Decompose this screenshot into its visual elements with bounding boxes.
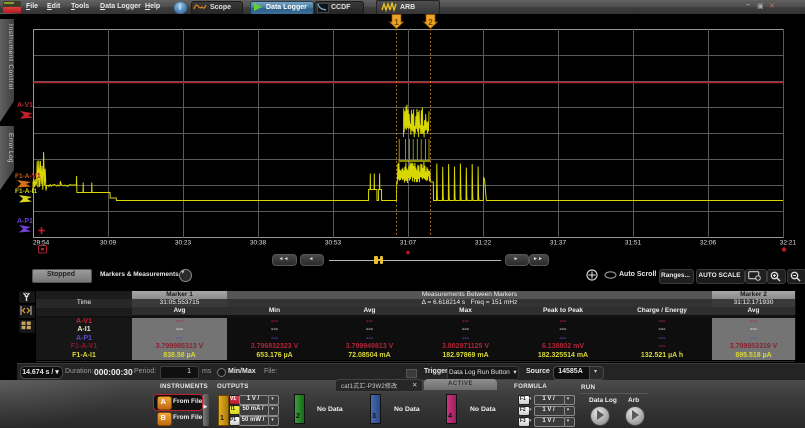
svg-text:30:23: 30:23: [175, 240, 192, 247]
svg-text:30:09: 30:09: [100, 240, 117, 247]
svg-text:31:07: 31:07: [400, 240, 417, 247]
svg-text:A-V1: A-V1: [17, 102, 33, 109]
svg-text:31:51: 31:51: [625, 240, 642, 247]
svg-text:32:06: 32:06: [700, 240, 717, 247]
svg-text:32:21: 32:21: [780, 240, 797, 247]
svg-text:1: 1: [394, 17, 399, 27]
svg-text:30:53: 30:53: [325, 240, 342, 247]
svg-text:30:38: 30:38: [250, 240, 267, 247]
svg-text:31:22: 31:22: [475, 240, 492, 247]
svg-text:A-P1: A-P1: [17, 218, 33, 225]
svg-text:31:37: 31:37: [550, 240, 567, 247]
svg-text:F1-A-V1: F1-A-V1: [15, 171, 41, 180]
svg-text:F1-A-I1: F1-A-I1: [15, 188, 37, 195]
svg-text:2: 2: [428, 17, 433, 27]
